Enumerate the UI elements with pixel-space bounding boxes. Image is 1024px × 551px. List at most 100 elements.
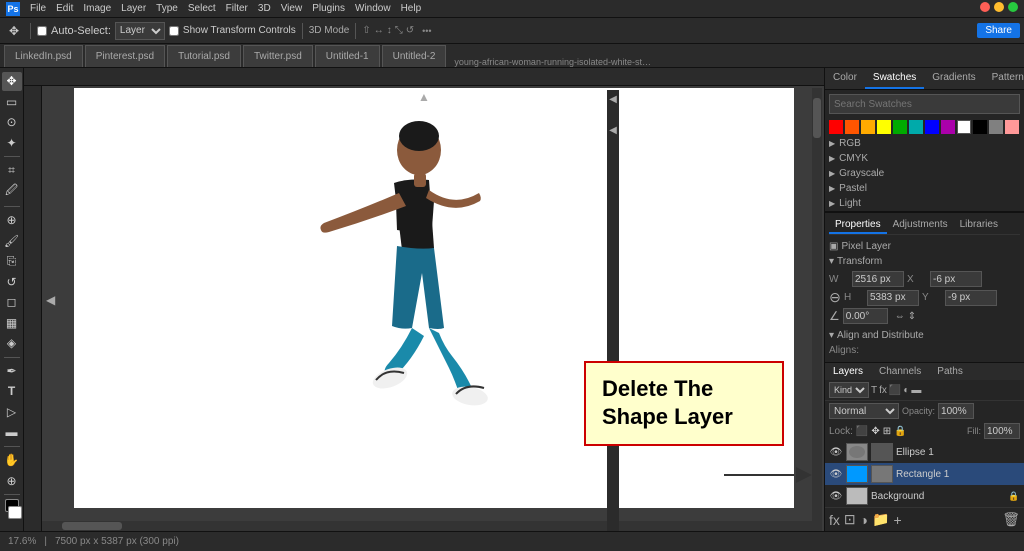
tool-stamp[interactable]: ⎘ [2,252,22,271]
canvas-scrollbar-h[interactable] [42,521,814,531]
layer-background[interactable]: 👁 Background 🔒 [825,485,1024,507]
canvas-scrollbar-v[interactable] [812,88,822,531]
tool-path[interactable]: ▷ [2,403,22,422]
group-grayscale[interactable]: ▶ Grayscale [825,166,1024,181]
minimize-button[interactable] [994,2,1004,12]
canvas-scroll-up[interactable]: ▲ [418,90,430,104]
tool-gradient[interactable]: ▦ [2,313,22,332]
h-input[interactable] [867,290,919,306]
group-light[interactable]: ▶ Light [825,196,1024,211]
swatch-light-red[interactable] [1005,120,1019,134]
layer-rectangle1[interactable]: 👁 Rectangle 1 [825,463,1024,485]
tab-pinterest[interactable]: Pinterest.psd [85,45,165,67]
tab-untitled1[interactable]: Untitled-1 [315,45,380,67]
tool-brush[interactable]: 🖌 [2,231,22,250]
menu-3d[interactable]: 3D [258,3,271,14]
w-input[interactable] [852,271,904,287]
layer-ellipse1[interactable]: 👁 Ellipse 1 [825,441,1024,463]
tool-crop[interactable]: ⌗ [2,161,22,180]
menu-layer[interactable]: Layer [121,3,146,14]
toolbar-move-icon[interactable]: ✥ [4,21,24,41]
tool-blur[interactable]: ◈ [2,334,22,353]
menu-filter[interactable]: Filter [226,3,248,14]
canvas-area[interactable]: Delete The Shape Layer ◀ ▲ ◀ ◀ [24,68,824,531]
x-input[interactable] [930,271,982,287]
menu-view[interactable]: View [281,3,303,14]
layer-delete-btn[interactable]: 🗑 [1002,511,1020,528]
filter-icon-shape[interactable]: ▬ [911,385,921,396]
menu-image[interactable]: Image [83,3,111,14]
tool-bg-color[interactable] [8,506,22,519]
menu-file[interactable]: File [30,3,46,14]
menu-plugins[interactable]: Plugins [312,3,345,14]
tab-twitter[interactable]: Twitter.psd [243,45,313,67]
tab-color[interactable]: Color [825,68,865,89]
swatch-blue[interactable] [925,120,939,134]
swatches-search[interactable] [829,94,1020,114]
more-options[interactable]: ••• [422,26,431,36]
tool-hand[interactable]: ✋ [2,451,22,470]
group-rgb[interactable]: ▶ RGB [825,136,1024,151]
swatch-purple[interactable] [941,120,955,134]
tool-select[interactable]: ▭ [2,93,22,112]
tool-magic-wand[interactable]: ✦ [2,134,22,153]
tab-linkedin[interactable]: LinkedIn.psd [4,45,83,67]
collapse-arrow-bottom[interactable]: ◀ [609,125,617,136]
filter-icon-adj[interactable]: ◐ [903,385,909,396]
tab-swatches[interactable]: Swatches [865,68,924,89]
group-cmyk[interactable]: ▶ CMYK [825,151,1024,166]
blend-mode-select[interactable]: Normal [829,403,899,419]
layer-mask-btn[interactable]: ⊡ [844,511,856,528]
group-pastel[interactable]: ▶ Pastel [825,181,1024,196]
tool-eraser[interactable]: ◻ [2,293,22,312]
filter-icon-type[interactable]: T [871,385,877,396]
tab-libraries[interactable]: Libraries [954,217,1004,234]
tool-heal[interactable]: ⊕ [2,211,22,230]
y-input[interactable] [945,290,997,306]
lock-pos-btn[interactable]: ✥ [871,426,879,437]
share-button[interactable]: Share [977,23,1020,38]
tab-patterns[interactable]: Patterns [984,68,1024,89]
angle-input[interactable] [843,308,888,324]
swatch-green[interactable] [893,120,907,134]
canvas-scroll-left[interactable]: ◀ [46,293,55,307]
tab-tutorial[interactable]: Tutorial.psd [167,45,241,67]
swatch-teal[interactable] [909,120,923,134]
menu-type[interactable]: Type [156,3,178,14]
align-section[interactable]: ▾ Align and Distribute [829,328,1020,343]
tool-eyedrop[interactable]: 🖉 [2,182,22,202]
tool-lasso[interactable]: ⊙ [2,113,22,132]
layer-vis-rect1[interactable]: 👁 [829,467,843,481]
opacity-input[interactable] [938,403,974,419]
tab-adjustments[interactable]: Adjustments [887,217,954,234]
close-button[interactable] [980,2,990,12]
layer-group-btn[interactable]: 📁 [872,511,889,528]
menu-select[interactable]: Select [188,3,216,14]
lock-artb-btn[interactable]: ⊞ [883,426,891,437]
layer-fx-btn[interactable]: fx [829,512,840,528]
tool-history[interactable]: ↺ [2,272,22,291]
fill-input[interactable] [984,423,1020,439]
kind-filter[interactable]: Kind [829,382,869,398]
collapse-arrow-top[interactable]: ◀ [609,94,617,105]
layer-vis-ellipse1[interactable]: 👁 [829,445,843,459]
swatch-red[interactable] [829,120,843,134]
swatch-amber[interactable] [861,120,875,134]
auto-select-checkbox[interactable] [37,26,47,36]
filter-icon-fx[interactable]: fx [879,385,887,396]
tab-gradients[interactable]: Gradients [924,68,983,89]
layer-adj-btn[interactable]: ◑ [860,512,868,528]
lock-px-btn[interactable]: ⬛ [856,426,868,437]
transform-section[interactable]: ▾ Transform [829,254,1020,269]
lock-all-btn[interactable]: 🔒 [894,426,906,437]
tool-pen[interactable]: ✒ [2,362,22,381]
tab-properties[interactable]: Properties [829,217,887,234]
swatch-gray[interactable] [989,120,1003,134]
scrollbar-thumb-v[interactable] [813,98,821,138]
layer-new-btn[interactable]: + [894,512,902,528]
tool-zoom[interactable]: ⊕ [2,471,22,490]
tab-layers[interactable]: Layers [825,363,871,380]
filter-icon-pixel[interactable]: ⬛ [889,385,901,396]
layer-type-select[interactable]: Layer [115,22,165,40]
menu-edit[interactable]: Edit [56,3,73,14]
